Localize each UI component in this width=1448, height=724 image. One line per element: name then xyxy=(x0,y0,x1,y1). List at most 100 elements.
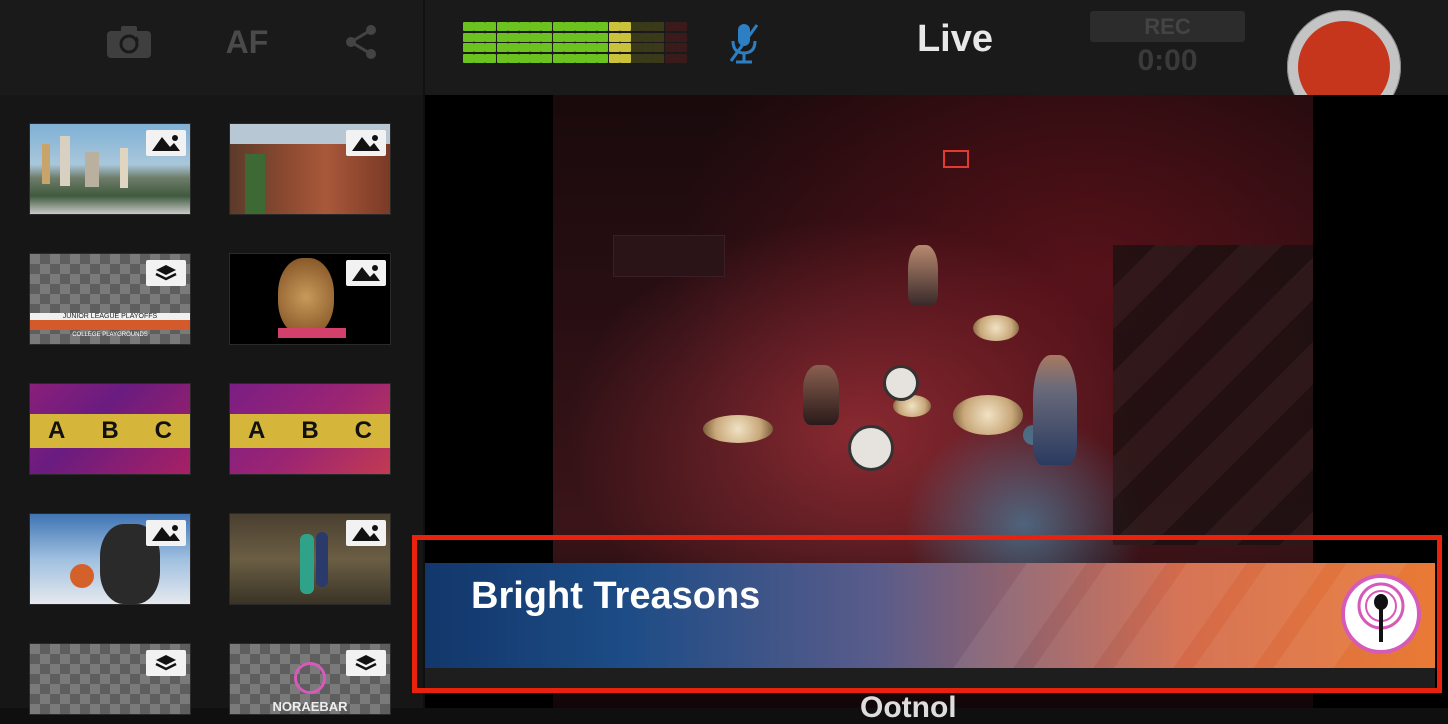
microphone-mute-button[interactable] xyxy=(726,20,762,66)
meter-cell xyxy=(642,43,654,52)
meter-cell xyxy=(507,53,519,63)
meter-cell xyxy=(530,22,542,31)
meter-cell xyxy=(619,53,631,63)
source-thumbnail-couple[interactable] xyxy=(229,513,391,605)
meter-cell xyxy=(563,43,575,52)
meter-cell xyxy=(675,32,687,42)
meter-cell xyxy=(586,43,598,52)
meter-cell xyxy=(653,22,665,31)
meter-cell xyxy=(631,43,642,52)
image-icon xyxy=(346,520,386,546)
meter-cell xyxy=(463,43,474,52)
meter-cell xyxy=(631,53,642,63)
meter-cell xyxy=(519,53,530,63)
overlay-subtitle: COLLEGE PLAYGROUNDS xyxy=(72,332,148,338)
letter-c: C xyxy=(354,417,372,444)
meter-cell xyxy=(463,53,474,63)
audio-level-meter xyxy=(463,22,688,64)
meter-cell xyxy=(474,32,486,42)
overlay-title: NORAEBAR xyxy=(272,699,348,714)
meter-cell xyxy=(675,53,687,63)
meter-cell xyxy=(541,43,553,52)
footer-partial-text: Ootnol xyxy=(860,691,957,724)
camera-switch-icon xyxy=(107,26,151,58)
source-thumbnail-overlay-blank[interactable] xyxy=(29,643,191,715)
overlay-bar xyxy=(30,320,190,330)
meter-cell xyxy=(485,32,497,42)
meter-cell xyxy=(675,43,687,52)
meter-cell xyxy=(608,43,620,52)
source-thumbnail-abc-overlay[interactable]: A B C xyxy=(29,383,191,475)
source-thumbnail-brick-building[interactable] xyxy=(229,123,391,215)
letter-a: A xyxy=(47,417,66,444)
meter-cell xyxy=(586,53,598,63)
microphone-muted-icon xyxy=(729,24,759,64)
meter-cell xyxy=(530,32,542,42)
meter-cell xyxy=(541,22,553,31)
recording-timer: 0:00 xyxy=(1137,44,1198,77)
meter-cell xyxy=(496,43,508,52)
sources-panel: JUNIOR LEAGUE PLAYOFFS COLLEGE PLAYGROUN… xyxy=(0,95,423,715)
overlay-title: JUNIOR LEAGUE PLAYOFFS xyxy=(30,313,190,320)
meter-cell xyxy=(552,43,564,52)
meter-cell xyxy=(586,22,598,31)
meter-cell xyxy=(463,32,474,42)
meter-cell xyxy=(597,22,609,31)
autofocus-button[interactable]: AF xyxy=(222,22,272,62)
top-toolbar: AF Live REC 0:00 xyxy=(0,0,1448,124)
meter-cell xyxy=(519,22,530,31)
rec-status-badge: REC xyxy=(1090,11,1245,42)
source-thumbnail-junior-league-overlay[interactable]: JUNIOR LEAGUE PLAYOFFS COLLEGE PLAYGROUN… xyxy=(29,253,191,345)
meter-cell xyxy=(664,32,676,42)
meter-cell xyxy=(575,32,586,42)
source-thumbnail-city[interactable] xyxy=(29,123,191,215)
meter-cell xyxy=(575,43,586,52)
letter-b: B xyxy=(301,417,319,444)
meter-cell xyxy=(530,53,542,63)
meter-cell xyxy=(507,32,519,42)
layers-icon xyxy=(146,260,186,286)
meter-cell xyxy=(653,32,665,42)
meter-cell xyxy=(541,53,553,63)
abc-strip: A B C xyxy=(230,414,390,448)
source-thumbnail-barrel[interactable] xyxy=(229,253,391,345)
image-icon xyxy=(146,130,186,156)
meter-cell xyxy=(575,53,586,63)
source-thumbnail-sky[interactable] xyxy=(29,513,191,605)
camera-switch-button[interactable] xyxy=(104,22,154,62)
meter-cell xyxy=(664,22,676,31)
meter-cell xyxy=(519,32,530,42)
layers-icon xyxy=(346,650,386,676)
meter-cell xyxy=(552,32,564,42)
meter-cell xyxy=(597,53,609,63)
letter-c: C xyxy=(154,417,172,444)
meter-cell xyxy=(608,22,620,31)
meter-cell xyxy=(463,22,474,31)
meter-cell xyxy=(507,22,519,31)
meter-cell xyxy=(664,53,676,63)
meter-cell xyxy=(474,53,486,63)
image-icon xyxy=(146,520,186,546)
source-thumbnail-noraebar[interactable]: NORAEBAR xyxy=(229,643,391,715)
meter-cell xyxy=(642,32,654,42)
meter-cell xyxy=(496,32,508,42)
source-thumbnail-abc-overlay-2[interactable]: A B C xyxy=(229,383,391,475)
meter-cell xyxy=(474,22,486,31)
toolbar-divider xyxy=(423,0,425,95)
meter-cell xyxy=(619,43,631,52)
letter-b: B xyxy=(101,417,119,444)
share-button[interactable] xyxy=(338,20,384,64)
meter-cell xyxy=(642,22,654,31)
meter-cell xyxy=(474,43,486,52)
meter-cell xyxy=(597,43,609,52)
meter-cell xyxy=(552,22,564,31)
meter-cell xyxy=(552,53,564,63)
meter-cell xyxy=(541,32,553,42)
meter-cell xyxy=(619,22,631,31)
meter-cell xyxy=(563,22,575,31)
meter-cell xyxy=(507,43,519,52)
image-icon xyxy=(346,130,386,156)
layers-icon xyxy=(146,650,186,676)
meter-cell xyxy=(653,43,665,52)
meter-cell xyxy=(608,53,620,63)
